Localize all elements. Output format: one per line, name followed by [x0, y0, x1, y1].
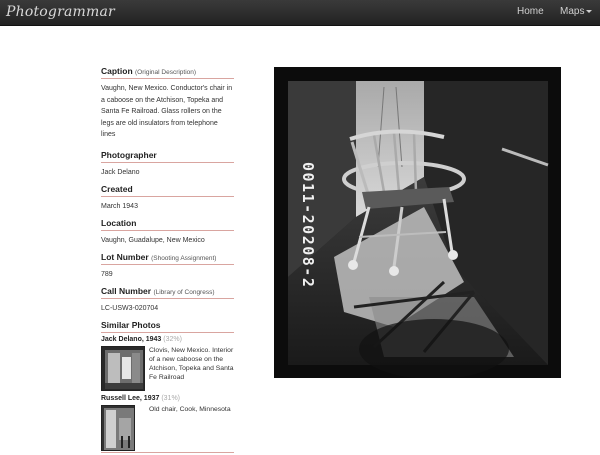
- similar-photo-thumbnail[interactable]: [101, 346, 145, 391]
- call-label: Call Number: [101, 286, 152, 296]
- created-heading: Created: [101, 184, 234, 197]
- similar-photo-item[interactable]: Russell Lee, 1937 (31%) Old chair, Cook,…: [101, 395, 234, 451]
- caret-down-icon: [586, 10, 593, 13]
- edge-number-text: 0011-20208-2: [299, 162, 317, 288]
- location-section: Location Vaughn, Guadalupe, New Mexico: [101, 218, 234, 247]
- photographer-heading: Photographer: [101, 150, 234, 163]
- similar-photo-item[interactable]: Jack Delano, 1943 (32%) Clovis, New Mexi…: [101, 336, 234, 391]
- brand-logo[interactable]: Photogrammar: [6, 4, 115, 20]
- similar-photo-title[interactable]: Jack Delano, 1943 (32%): [101, 336, 234, 343]
- caption-label: Caption: [101, 66, 133, 76]
- call-number-value: LC-USW3-020704: [101, 305, 159, 312]
- similar-photo-title[interactable]: Russell Lee, 1937 (31%): [101, 395, 234, 402]
- call-number-section: Call Number (Library of Congress) LC-USW…: [101, 286, 234, 315]
- similar-photo-score: (31%): [161, 395, 181, 402]
- navbar: Photogrammar Home Maps: [0, 0, 600, 26]
- lot-sub: (Shooting Assignment): [151, 255, 217, 262]
- similar-photos-section: Similar Photos Jack Delano, 1943 (32%) C…: [101, 320, 234, 453]
- location-value[interactable]: Vaughn, Guadalupe, New Mexico: [101, 231, 234, 247]
- caption-sub: (Original Description): [135, 69, 197, 76]
- nav-maps-dropdown[interactable]: Maps: [560, 6, 593, 17]
- similar-photo-caption: Clovis, New Mexico. Interior of a new ca…: [149, 347, 234, 381]
- nav-home-link[interactable]: Home: [517, 6, 544, 17]
- photographer-section: Photographer Jack Delano: [101, 150, 234, 179]
- lot-number-section: Lot Number (Shooting Assignment) 789: [101, 252, 234, 281]
- caption-heading: Caption (Original Description): [101, 66, 234, 79]
- lot-label: Lot Number: [101, 252, 149, 262]
- caption-section: Caption (Original Description) Vaughn, N…: [101, 66, 234, 141]
- location-heading: Location: [101, 218, 234, 231]
- call-number-heading: Call Number (Library of Congress): [101, 286, 234, 299]
- similar-photos-heading: Similar Photos: [101, 320, 234, 333]
- nav-maps-label: Maps: [560, 6, 585, 17]
- similar-photo-credit: Russell Lee, 1937: [101, 395, 160, 402]
- similar-photos-divider: [101, 452, 234, 453]
- created-value[interactable]: March 1943: [101, 197, 234, 213]
- caption-text: Vaughn, New Mexico. Conductor's chair in…: [101, 85, 233, 138]
- lot-number-value[interactable]: 789: [101, 265, 234, 281]
- negative-edge-number: 0011-20208-2: [299, 162, 317, 288]
- photographer-value[interactable]: Jack Delano: [101, 163, 234, 179]
- similar-photo-score: (32%): [163, 336, 182, 343]
- similar-photo-thumbnail[interactable]: [101, 405, 135, 451]
- lot-number-heading: Lot Number (Shooting Assignment): [101, 252, 234, 265]
- call-sub: (Library of Congress): [153, 289, 215, 296]
- created-section: Created March 1943: [101, 184, 234, 213]
- similar-photo-caption: Old chair, Cook, Minnesota: [149, 406, 231, 413]
- similar-photo-credit: Jack Delano, 1943: [101, 336, 162, 343]
